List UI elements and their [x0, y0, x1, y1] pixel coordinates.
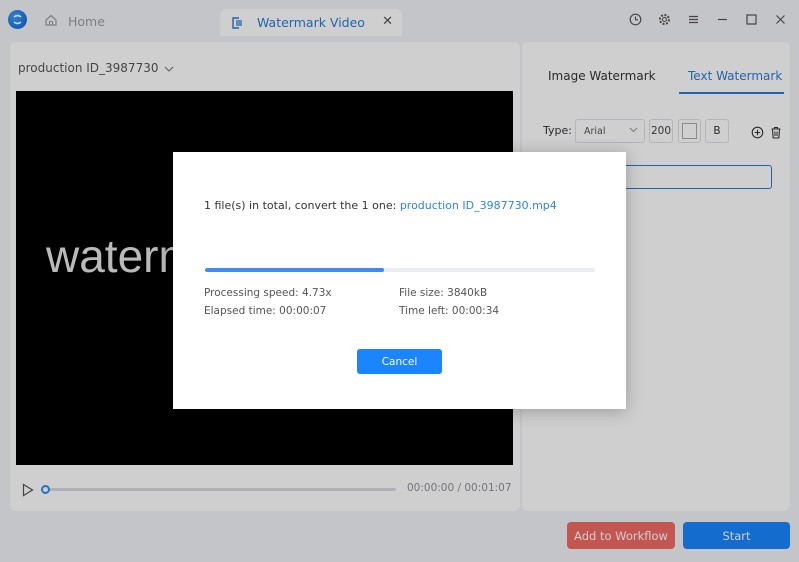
cancel-button[interactable]: Cancel	[357, 349, 442, 374]
progress-bar-fill	[205, 268, 385, 272]
processing-speed: Processing speed: 4.73x	[204, 287, 332, 299]
progress-bar	[205, 268, 595, 272]
elapsed-time: Elapsed time: 00:00:07	[204, 305, 327, 317]
conversion-message: 1 file(s) in total, convert the 1 one: p…	[204, 199, 557, 212]
file-size: File size: 3840kB	[399, 287, 488, 299]
time-left: Time left: 00:00:34	[399, 305, 500, 317]
conversion-progress-dialog: 1 file(s) in total, convert the 1 one: p…	[173, 152, 626, 409]
converting-file-name: production ID_3987730.mp4	[399, 199, 557, 212]
conversion-message-text: 1 file(s) in total, convert the 1 one:	[204, 199, 400, 212]
